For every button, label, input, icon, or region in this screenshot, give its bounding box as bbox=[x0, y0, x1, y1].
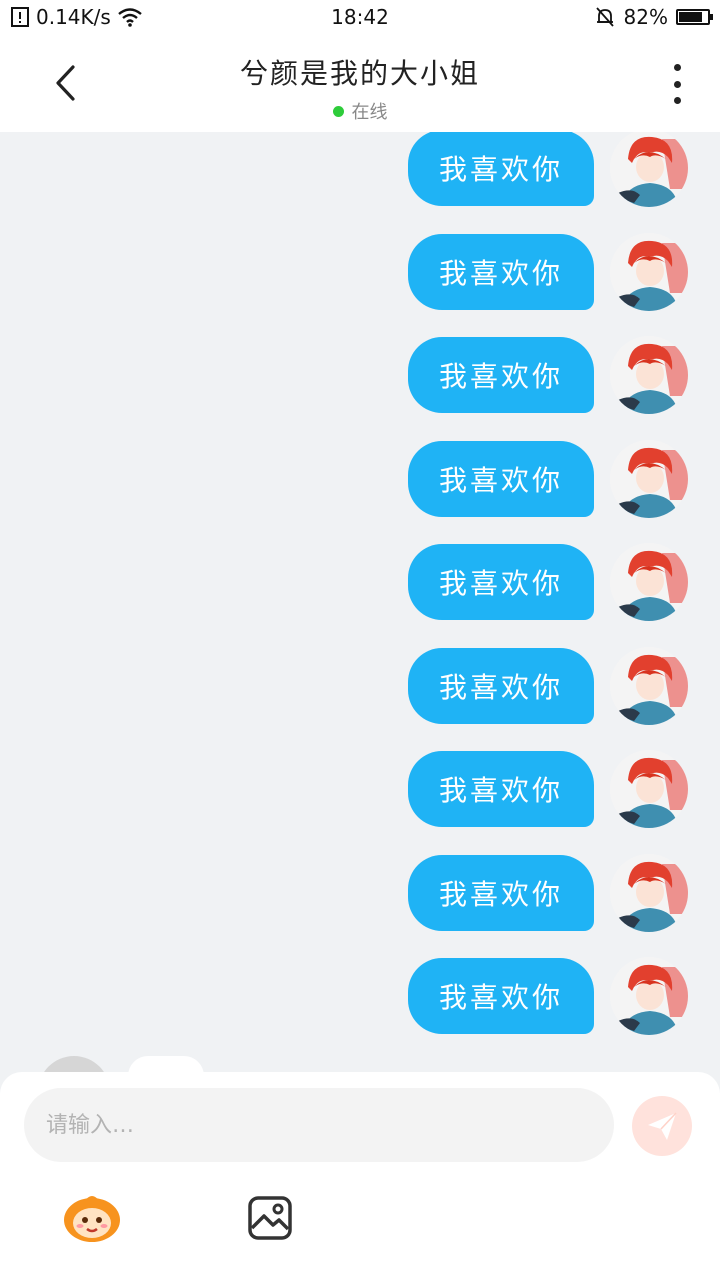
more-options-button[interactable] bbox=[662, 64, 692, 104]
message-bubble[interactable]: 我喜欢你 bbox=[408, 132, 594, 206]
more-dot bbox=[673, 64, 681, 71]
message-bubble[interactable]: 我喜欢你 bbox=[408, 958, 594, 1034]
message-list[interactable]: 我喜欢你 我喜欢你 我喜欢你 我喜欢你 我喜欢你 我喜欢你 我喜欢你 我喜欢你 我喜欢你 bbox=[0, 132, 720, 1072]
message-bubble[interactable]: 我喜欢你 bbox=[408, 544, 594, 620]
message-row: 我喜欢你 bbox=[408, 439, 688, 519]
message-bubble[interactable]: 我喜欢你 bbox=[408, 647, 594, 724]
message-row: 我喜欢你 bbox=[408, 749, 688, 829]
more-dot bbox=[673, 80, 681, 88]
message-bubble[interactable]: 我喜欢你 bbox=[408, 233, 594, 310]
message-bubble[interactable]: 我喜欢你 bbox=[408, 440, 594, 517]
message-row: 我喜欢你 bbox=[408, 853, 688, 933]
user-avatar[interactable] bbox=[610, 336, 688, 414]
chat-title: 兮颜是我的大小姐 bbox=[239, 57, 480, 90]
message-bubble[interactable]: 我喜欢你 bbox=[408, 854, 594, 931]
image-icon bbox=[248, 1196, 292, 1240]
user-avatar[interactable] bbox=[610, 439, 688, 518]
online-status-label: 在线 bbox=[351, 102, 388, 123]
online-status: 在线 bbox=[332, 98, 388, 124]
chat-header: 兮颜是我的大小姐 在线 bbox=[0, 36, 720, 132]
user-avatar[interactable] bbox=[610, 132, 688, 207]
message-bubble[interactable]: 我喜欢你 bbox=[408, 751, 594, 827]
user-avatar[interactable] bbox=[610, 232, 688, 311]
battery-percent: 82% bbox=[623, 5, 668, 29]
emoji-sticker-button[interactable] bbox=[60, 1190, 124, 1244]
send-icon bbox=[648, 1112, 677, 1140]
image-picker-button[interactable] bbox=[246, 1194, 294, 1242]
message-input[interactable] bbox=[24, 1088, 614, 1162]
emoji-sticker-icon bbox=[64, 1196, 120, 1242]
battery-icon bbox=[676, 9, 713, 25]
composer bbox=[0, 1072, 720, 1280]
message-row: 我喜欢你 bbox=[408, 542, 688, 622]
user-avatar[interactable] bbox=[610, 750, 688, 828]
user-avatar[interactable] bbox=[610, 853, 688, 932]
message-row: 我喜欢你 bbox=[408, 232, 688, 312]
status-bar: 0.14K/s 18:42 82% bbox=[0, 0, 720, 36]
message-bubble[interactable]: 我喜欢你 bbox=[408, 337, 594, 413]
send-button[interactable] bbox=[632, 1096, 692, 1156]
user-avatar[interactable] bbox=[610, 646, 688, 725]
message-row: 我喜欢你 bbox=[408, 646, 688, 726]
message-row: 我喜欢你 bbox=[408, 956, 688, 1036]
mute-bell-icon bbox=[595, 7, 614, 27]
online-dot-icon bbox=[332, 105, 344, 117]
message-row: 我喜欢你 bbox=[408, 132, 688, 208]
more-dot bbox=[673, 97, 681, 104]
message-row: 我喜欢你 bbox=[408, 335, 688, 415]
user-avatar[interactable] bbox=[610, 957, 688, 1035]
user-avatar[interactable] bbox=[610, 543, 688, 621]
